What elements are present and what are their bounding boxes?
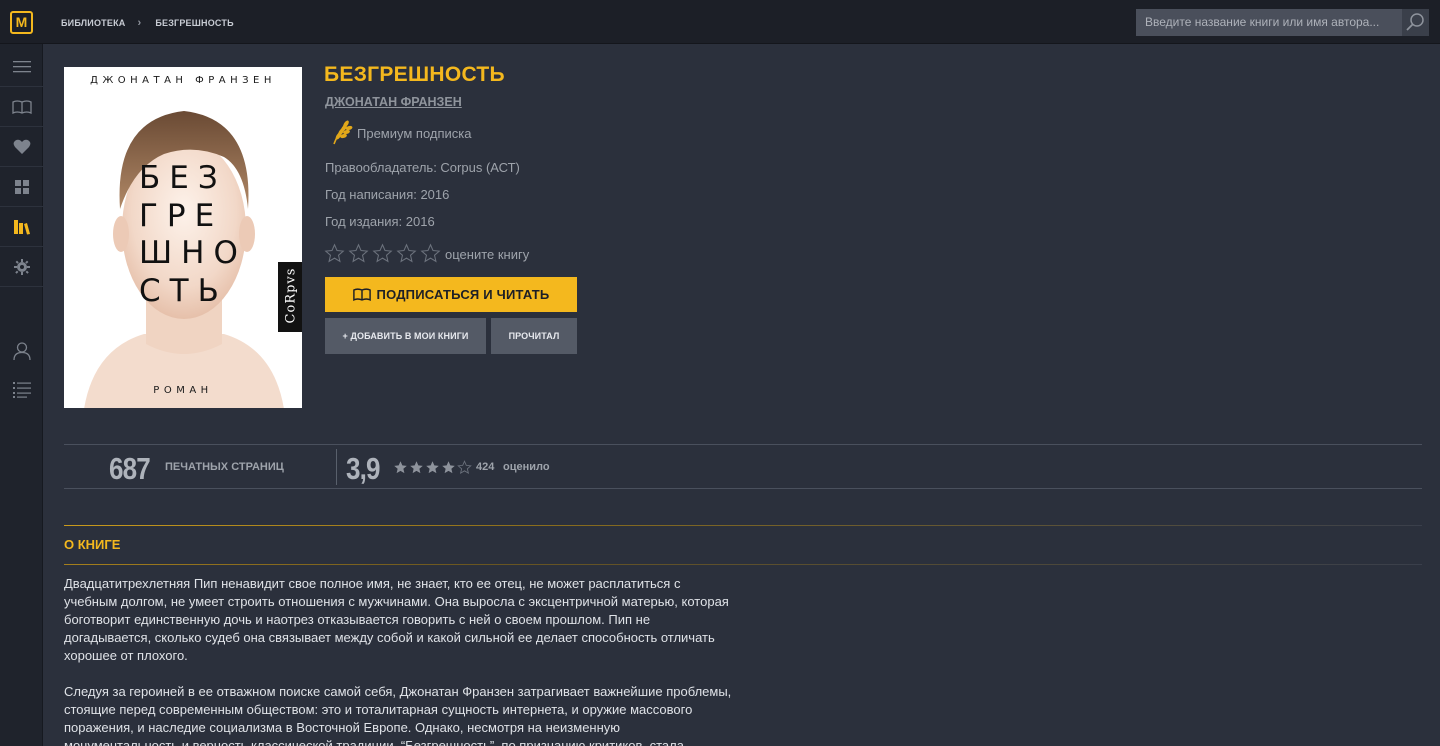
about-bottom-divider (64, 564, 1422, 565)
search-input[interactable]: Введите название книги или имя автора... (1136, 9, 1402, 36)
breadcrumb-separator: › (137, 17, 142, 29)
description-paragraph: Следуя за героиней в ее отважном поиске … (64, 684, 732, 746)
rightsholder: Правообладатель: Corpus (АСТ) (325, 160, 520, 175)
rate-prompt: оцените книгу (445, 247, 530, 262)
sidebar-item-menu[interactable] (0, 47, 43, 87)
page-count-label: ПЕЧАТНЫХ СТРАНИЦ (165, 461, 284, 473)
heart-icon (13, 139, 30, 154)
star-filled-icon (426, 461, 439, 474)
publisher-logo-text: CoRpvs (283, 267, 299, 324)
about-top-divider (64, 525, 1422, 526)
star-filled-icon (442, 461, 455, 474)
star-filled-icon (394, 461, 407, 474)
star-outline-icon (457, 460, 472, 475)
sidebar-item-profile[interactable] (0, 331, 43, 371)
about-heading: О КНИГЕ (64, 537, 121, 552)
open-book-icon (11, 99, 32, 114)
mark-read-button[interactable]: ПРОЧИТАЛ (491, 318, 577, 354)
star-filled-icon (410, 461, 423, 474)
open-book-icon (352, 288, 371, 301)
author-link[interactable]: ДЖОНАТАН ФРАНЗЕН (325, 95, 462, 109)
sidebar-item-collections[interactable] (0, 167, 43, 207)
stats-top-divider (64, 444, 1422, 445)
logo-letter: M (15, 14, 28, 30)
sidebar-item-library[interactable] (0, 207, 43, 247)
votes-count: 424 (476, 461, 495, 473)
star-outline-icon[interactable] (396, 243, 417, 264)
description-paragraph: Двадцатитрехлетняя Пип ненавидит свое по… (64, 576, 729, 663)
subscribe-read-button[interactable]: ПОДПИСАТЬСЯ И ЧИТАТЬ (325, 277, 577, 312)
top-bar: M БИБЛИОТЕКА › БЕЗГРЕШНОСТЬ Введите назв… (0, 0, 1440, 44)
sidebar-item-favorites[interactable] (0, 127, 43, 167)
page-count: 687 (109, 451, 151, 486)
menu-icon (12, 60, 31, 72)
cover-author: ДЖОНАТАН ФРАНЗЕН (90, 75, 276, 86)
gear-icon (13, 258, 30, 275)
bookshelf-icon (13, 219, 30, 234)
book-title: БЕЗГРЕШНОСТЬ (324, 63, 505, 86)
votes-label: оценило (503, 461, 550, 473)
breadcrumb-library[interactable]: БИБЛИОТЕКА (61, 18, 125, 28)
sidebar-item-reading[interactable] (0, 87, 43, 127)
cover-title: БЕЗ ГРЕ ШНО СТЬ (139, 160, 247, 309)
cover-subtitle: РОМАН (153, 385, 213, 396)
search-icon (1406, 13, 1424, 31)
star-outline-icon[interactable] (372, 243, 393, 264)
stats-separator (336, 449, 337, 485)
book-cover[interactable]: ДЖОНАТАН ФРАНЗЕН БЕЗ ГРЕ ШНО СТЬ РОМАН C… (64, 67, 302, 408)
average-rating-stars (393, 460, 472, 475)
year-published: Год издания: 2016 (325, 214, 435, 229)
sidebar (0, 44, 43, 746)
logo[interactable]: M (10, 11, 33, 34)
list-icon (12, 381, 31, 398)
breadcrumb-current: БЕЗГРЕШНОСТЬ (155, 18, 234, 28)
stats-bottom-divider (64, 488, 1422, 489)
breadcrumb: БИБЛИОТЕКА › БЕЗГРЕШНОСТЬ (61, 17, 234, 29)
average-rating: 3,9 (346, 451, 381, 486)
premium-laurel-icon (329, 120, 353, 145)
user-icon (12, 342, 31, 360)
year-written: Год написания: 2016 (325, 187, 450, 202)
subscribe-read-label: ПОДПИСАТЬСЯ И ЧИТАТЬ (376, 287, 550, 302)
sidebar-item-lists[interactable] (0, 369, 43, 409)
sidebar-item-settings[interactable] (0, 247, 43, 287)
subscription-type: Премиум подписка (357, 126, 472, 141)
search-button[interactable] (1402, 9, 1429, 36)
add-to-my-books-button[interactable]: + ДОБАВИТЬ В МОИ КНИГИ (325, 318, 486, 354)
rate-stars[interactable] (324, 243, 441, 264)
star-outline-icon[interactable] (420, 243, 441, 264)
star-outline-icon[interactable] (324, 243, 345, 264)
star-outline-icon[interactable] (348, 243, 369, 264)
publisher-logo: CoRpvs (278, 262, 302, 332)
grid-icon (14, 179, 29, 194)
